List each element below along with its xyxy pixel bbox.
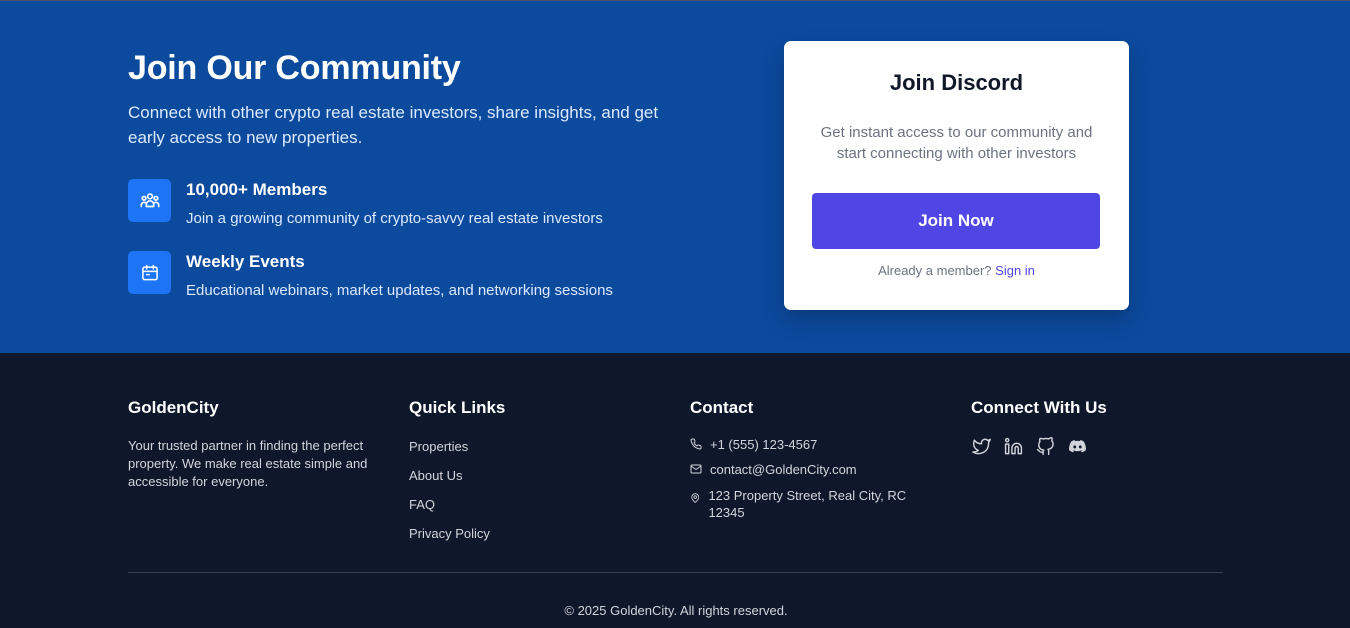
quick-links-title: Quick Links [409,398,506,417]
link-about-us[interactable]: About Us [409,468,462,483]
copyright: © 2025 GoldenCity. All rights reserved. [564,603,788,618]
feature-members: 10,000+ Members Join a growing community… [128,179,688,229]
list-item: FAQ [409,496,649,525]
brand-description: Your trusted partner in finding the perf… [128,438,368,489]
discord-card: Join Discord Get instant access to our c… [784,41,1129,310]
list-item: Privacy Policy [409,525,649,554]
discord-description: Get instant access to our community and … [820,124,1093,162]
social-title: Connect With Us [971,398,1107,417]
contact-phone: +1 (555) 123-4567 [690,436,817,453]
community-title: Join Our Community [128,49,461,87]
member-signin-line: Already a member? Sign in [784,263,1129,278]
social-links [971,436,1211,456]
footer-social-column: Connect With Us [971,398,1211,456]
footer-divider [128,572,1223,573]
feature-text: Educational webinars, market updates, an… [186,282,613,299]
footer-brand-column: GoldenCity Your trusted partner in findi… [128,398,383,491]
contact-address: 123 Property Street, Real City, RC 12345 [690,487,915,521]
phone-icon [690,438,702,450]
users-icon [128,179,171,222]
footer-contact-column: Contact +1 (555) 123-4567 contact@Golden… [690,398,930,538]
github-icon[interactable] [1035,436,1055,456]
community-description: Connect with other crypto real estate in… [128,103,659,147]
address-text: 123 Property Street, Real City, RC 12345 [708,488,907,520]
linkedin-icon[interactable] [1003,436,1023,456]
twitter-icon[interactable] [971,436,991,456]
map-pin-icon [691,493,700,503]
discord-icon[interactable] [1067,436,1087,456]
list-item: Properties [409,438,649,467]
feature-title: 10,000+ Members [186,180,328,199]
footer: GoldenCity Your trusted partner in findi… [0,353,1350,628]
footer-quick-links-column: Quick Links Properties About Us FAQ Priv… [409,398,649,554]
calendar-icon [128,251,171,294]
brand-title: GoldenCity [128,398,219,417]
feature-text: Join a growing community of crypto-savvy… [186,210,603,227]
email-text: contact@GoldenCity.com [710,462,857,477]
feature-title: Weekly Events [186,252,305,271]
mail-icon [690,464,702,474]
feature-events: Weekly Events Educational webinars, mark… [128,251,688,301]
contact-email: contact@GoldenCity.com [690,461,857,478]
list-item: About Us [409,467,649,496]
member-prompt: Already a member? [878,263,992,278]
contact-title: Contact [690,398,754,417]
join-now-button[interactable]: Join Now [812,193,1100,249]
phone-text: +1 (555) 123-4567 [710,437,818,452]
link-faq[interactable]: FAQ [409,497,435,512]
discord-title: Join Discord [889,70,1024,95]
quick-links-list: Properties About Us FAQ Privacy Policy [409,438,649,554]
link-properties[interactable]: Properties [409,439,468,454]
link-privacy-policy[interactable]: Privacy Policy [409,526,490,541]
community-section: Join Our Community Connect with other cr… [0,1,1350,353]
sign-in-link[interactable]: Sign in [995,263,1035,278]
